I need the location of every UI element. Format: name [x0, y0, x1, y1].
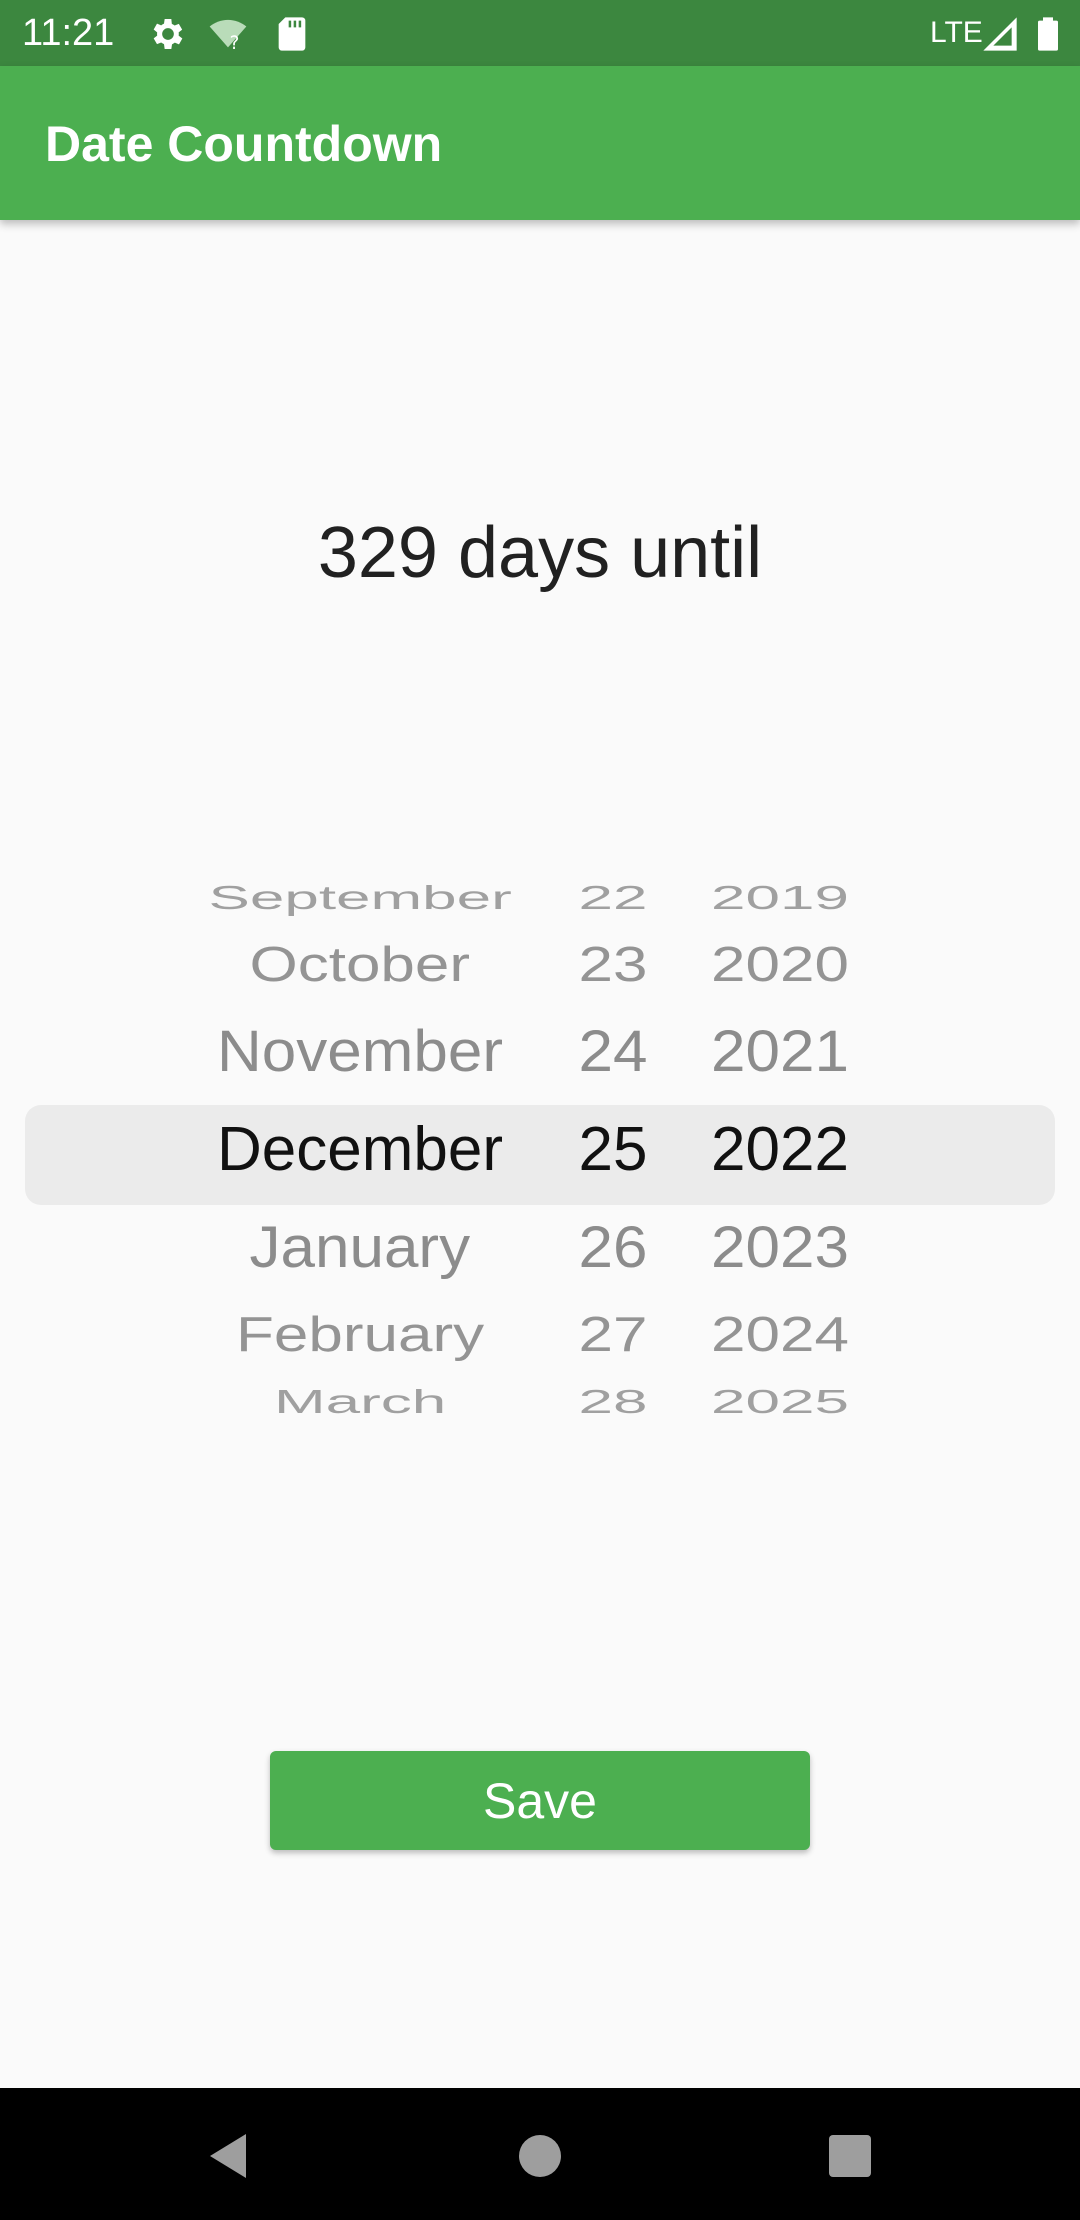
home-icon[interactable] — [510, 2126, 570, 2186]
app-title: Date Countdown — [45, 116, 443, 172]
battery-icon — [1038, 17, 1058, 51]
status-bar: 11:21 ? LTE — [0, 0, 1080, 66]
save-button[interactable]: Save — [270, 1751, 810, 1850]
wifi-unknown-icon: ? — [209, 19, 247, 54]
svg-text:?: ? — [230, 33, 240, 54]
date-picker[interactable]: September October November December January F… — [0, 860, 1080, 1440]
year-option[interactable]: 2019 — [711, 881, 849, 915]
signal-icon — [983, 17, 1017, 51]
countdown-text: 329 days until — [317, 513, 763, 593]
back-icon[interactable] — [200, 2126, 260, 2186]
year-option[interactable]: 2021 — [711, 1023, 849, 1082]
year-option[interactable]: 2025 — [711, 1384, 849, 1419]
status-time: 11:21 — [22, 12, 115, 54]
year-wheel[interactable]: 2019 2020 2021 2022 2023 2024 2025 — [0, 860, 1080, 1440]
network-type: LTE — [930, 16, 983, 49]
year-option[interactable]: 2023 — [711, 1218, 849, 1277]
navigation-bar — [0, 2088, 1080, 2220]
sd-card-icon — [278, 17, 306, 51]
year-option[interactable]: 2022 — [711, 1119, 849, 1181]
settings-icon — [153, 19, 183, 49]
year-option[interactable]: 2020 — [711, 940, 849, 990]
app-bar: Date Countdown — [0, 66, 1080, 220]
year-option[interactable]: 2024 — [711, 1310, 849, 1359]
recents-icon[interactable] — [820, 2126, 880, 2186]
